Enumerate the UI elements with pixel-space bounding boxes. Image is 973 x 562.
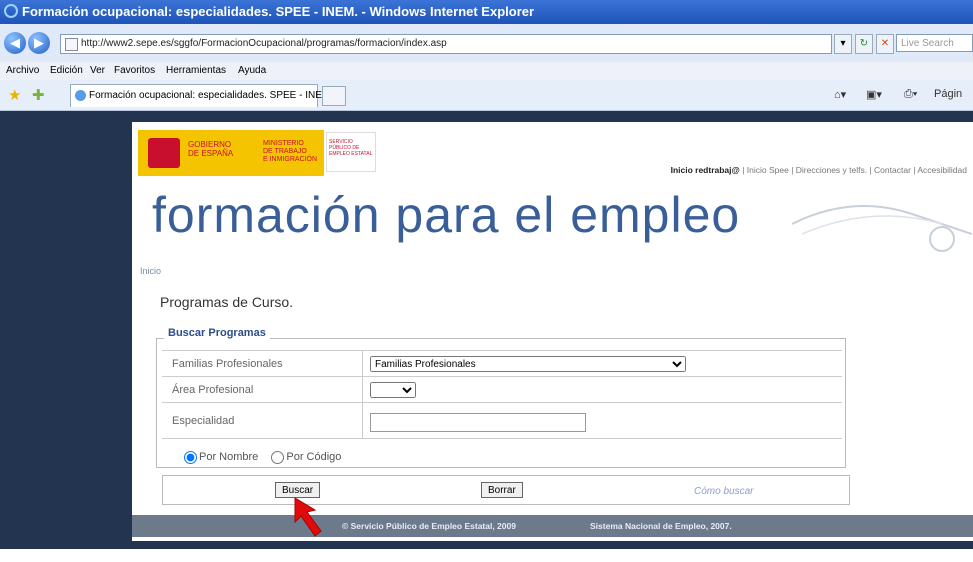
menu-archivo[interactable]: Archivo bbox=[6, 65, 39, 76]
home-icon[interactable]: ⌂▾ bbox=[834, 88, 846, 101]
add-favorites-icon[interactable]: ✚ bbox=[32, 86, 45, 104]
families-select[interactable]: Familias Profesionales bbox=[370, 356, 686, 372]
page-icon bbox=[65, 38, 78, 51]
menu-herramientas[interactable]: Herramientas bbox=[166, 65, 226, 76]
button-row: Buscar Borrar Cómo buscar bbox=[162, 475, 850, 505]
menu-ayuda[interactable]: Ayuda bbox=[238, 65, 266, 76]
menu-edicion[interactable]: Edición bbox=[50, 65, 83, 76]
site-footer: © Servicio Público de Empleo Estatal, 20… bbox=[132, 515, 973, 537]
specialty-row: Especialidad bbox=[162, 402, 842, 439]
link-inicio-redtrabaja[interactable]: Inicio redtrabaj@ bbox=[671, 165, 740, 175]
search-mode-radios: Por Nombre Por Código bbox=[184, 451, 351, 464]
red-arrow-pointer-icon bbox=[294, 497, 322, 537]
families-row: Familias Profesionales Familias Profesio… bbox=[162, 350, 842, 377]
menu-favoritos[interactable]: Favoritos bbox=[114, 65, 155, 76]
favorites-star-icon[interactable]: ★ bbox=[8, 86, 21, 104]
footer-right: Sistema Nacional de Empleo, 2007. bbox=[590, 521, 732, 531]
site-banner-title: formación para el empleo bbox=[152, 187, 741, 243]
forward-button[interactable]: ▶ bbox=[28, 32, 50, 54]
address-field[interactable]: http://www2.sepe.es/sggfo/FormacionOcupa… bbox=[60, 34, 832, 54]
area-row: Área Profesional bbox=[162, 376, 842, 403]
link-direcciones[interactable]: Direcciones y telfs. bbox=[796, 165, 867, 175]
gov-logo-block: GOBIERNO DE ESPAÑA MINISTERIO DE TRABAJO… bbox=[138, 130, 324, 176]
address-toolbar: ◀ ▶ http://www2.sepe.es/sggfo/FormacionO… bbox=[0, 24, 973, 63]
area-select[interactable] bbox=[370, 382, 416, 398]
banner-swirl-icon bbox=[792, 205, 972, 252]
logo-ministerio: MINISTERIO DE TRABAJO E INMIGRACIÓN bbox=[263, 140, 318, 163]
coat-of-arms-icon bbox=[148, 138, 180, 168]
window-titlebar: Formación ocupacional: especialidades. S… bbox=[0, 0, 973, 24]
favorites-bar: ★ ✚ Formación ocupacional: especialidade… bbox=[0, 80, 973, 111]
link-accesibilidad[interactable]: Accesibilidad bbox=[917, 165, 967, 175]
page-viewport: GOBIERNO DE ESPAÑA MINISTERIO DE TRABAJO… bbox=[0, 111, 973, 549]
refresh-icon[interactable]: ↻ bbox=[855, 34, 873, 54]
site-content: GOBIERNO DE ESPAÑA MINISTERIO DE TRABAJO… bbox=[132, 122, 973, 541]
search-input[interactable]: Live Search bbox=[896, 34, 973, 52]
stop-icon[interactable]: ✕ bbox=[876, 34, 894, 54]
specialty-input[interactable] bbox=[370, 413, 586, 432]
back-button[interactable]: ◀ bbox=[4, 32, 26, 54]
browser-tab[interactable]: Formación ocupacional: especialidades. S… bbox=[70, 84, 333, 107]
address-dropdown-button[interactable]: ▾ bbox=[834, 34, 852, 54]
menu-bar: Archivo Edición Ver Favoritos Herramient… bbox=[0, 62, 973, 80]
menu-ver[interactable]: Ver bbox=[90, 65, 105, 76]
window-title: Formación ocupacional: especialidades. S… bbox=[22, 4, 535, 19]
tab-page-icon bbox=[75, 90, 86, 101]
new-tab-button[interactable] bbox=[322, 86, 346, 106]
breadcrumb[interactable]: Inicio bbox=[140, 266, 161, 276]
top-links: Inicio redtrabaj@ | Inicio Spee | Direcc… bbox=[670, 165, 967, 175]
fieldset-legend: Buscar Programas bbox=[164, 327, 270, 339]
feeds-icon[interactable]: ▣▾ bbox=[866, 88, 882, 101]
link-contactar[interactable]: Contactar bbox=[874, 165, 911, 175]
borrar-button[interactable]: Borrar bbox=[481, 482, 523, 498]
como-buscar-link[interactable]: Cómo buscar bbox=[694, 486, 753, 497]
link-inicio-spee[interactable]: Inicio Spee bbox=[747, 165, 789, 175]
specialty-label: Especialidad bbox=[172, 415, 235, 427]
radio-por-codigo[interactable]: Por Código bbox=[271, 451, 341, 464]
logo-servicio: SERVICIO PÚBLICO DE EMPLEO ESTATAL bbox=[326, 132, 376, 172]
logo-gobierno: GOBIERNO DE ESPAÑA bbox=[188, 140, 234, 158]
page-title: Programas de Curso. bbox=[160, 294, 294, 310]
radio-por-nombre[interactable]: Por Nombre bbox=[184, 451, 258, 464]
print-icon[interactable]: ⎙▾ bbox=[904, 88, 917, 101]
page-menu[interactable]: Págin bbox=[934, 88, 962, 100]
ie-logo-icon bbox=[4, 4, 18, 18]
area-label: Área Profesional bbox=[172, 384, 254, 396]
families-label: Familias Profesionales bbox=[172, 358, 283, 370]
footer-left: © Servicio Público de Empleo Estatal, 20… bbox=[342, 521, 516, 531]
